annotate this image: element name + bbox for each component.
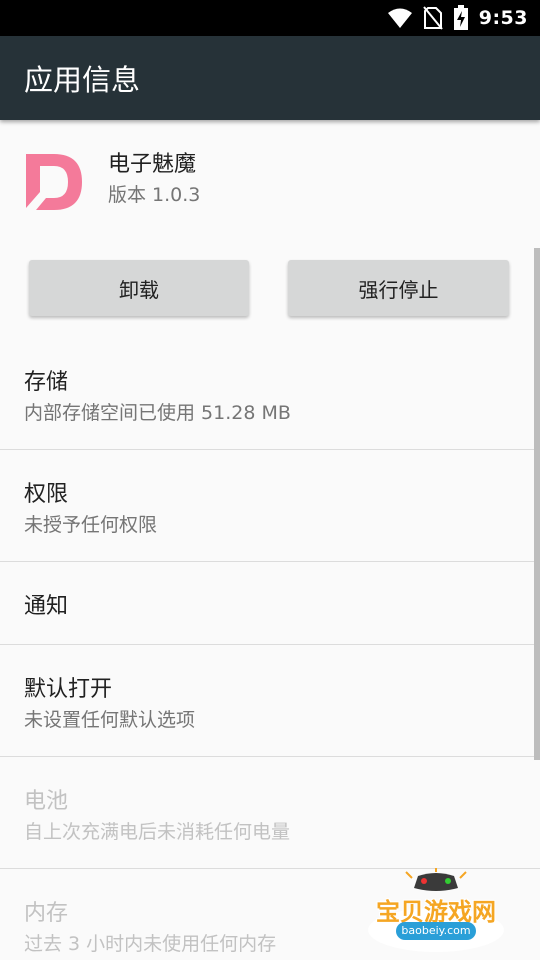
storage-subtitle: 内部存储空间已使用 51.28 MB [24, 402, 291, 424]
app-bar: 应用信息 [0, 36, 540, 120]
battery-subtitle: 自上次充满电后未消耗任何电量 [24, 821, 291, 843]
storage-title: 存储 [24, 370, 69, 395]
battery-item: 电池 自上次充满电后未消耗任何电量 [0, 757, 540, 869]
permissions-subtitle: 未授予任何权限 [24, 514, 158, 536]
scrollbar-thumb[interactable] [534, 248, 540, 760]
force-stop-button[interactable]: 强行停止 [288, 260, 509, 316]
uninstall-button[interactable]: 卸载 [29, 260, 249, 316]
battery-title: 电池 [24, 789, 69, 814]
open-by-default-subtitle: 未设置任何默认选项 [24, 709, 196, 731]
open-by-default-title: 默认打开 [24, 677, 113, 702]
no-sim-icon [422, 6, 443, 30]
status-time: 9:53 [478, 7, 528, 29]
battery-charging-icon [453, 5, 468, 30]
watermark: 宝贝游戏网 baobeiy.com [362, 868, 510, 956]
notifications-item[interactable]: 通知 [0, 562, 540, 645]
watermark-url: baobeiy.com [396, 922, 476, 940]
permissions-item[interactable]: 权限 未授予任何权限 [0, 450, 540, 562]
permissions-title: 权限 [24, 482, 69, 507]
app-info-content[interactable]: 电子魅魔 版本 1.0.3 卸载 强行停止 存储 内部存储空间已使用 51.28… [0, 120, 540, 960]
memory-subtitle: 过去 3 小时内未使用任何内存 [24, 933, 277, 955]
wifi-icon [387, 8, 412, 28]
notifications-title: 通知 [24, 594, 69, 619]
status-bar: 9:53 [0, 0, 540, 36]
storage-item[interactable]: 存储 内部存储空间已使用 51.28 MB [0, 338, 540, 450]
memory-title: 内存 [24, 901, 69, 926]
app-logo-icon [26, 154, 82, 210]
app-version: 版本 1.0.3 [108, 184, 201, 206]
app-header: 电子魅魔 版本 1.0.3 [24, 150, 200, 212]
app-name: 电子魅魔 [108, 152, 197, 177]
open-by-default-item[interactable]: 默认打开 未设置任何默认选项 [0, 645, 540, 757]
page-title: 应用信息 [24, 63, 141, 97]
